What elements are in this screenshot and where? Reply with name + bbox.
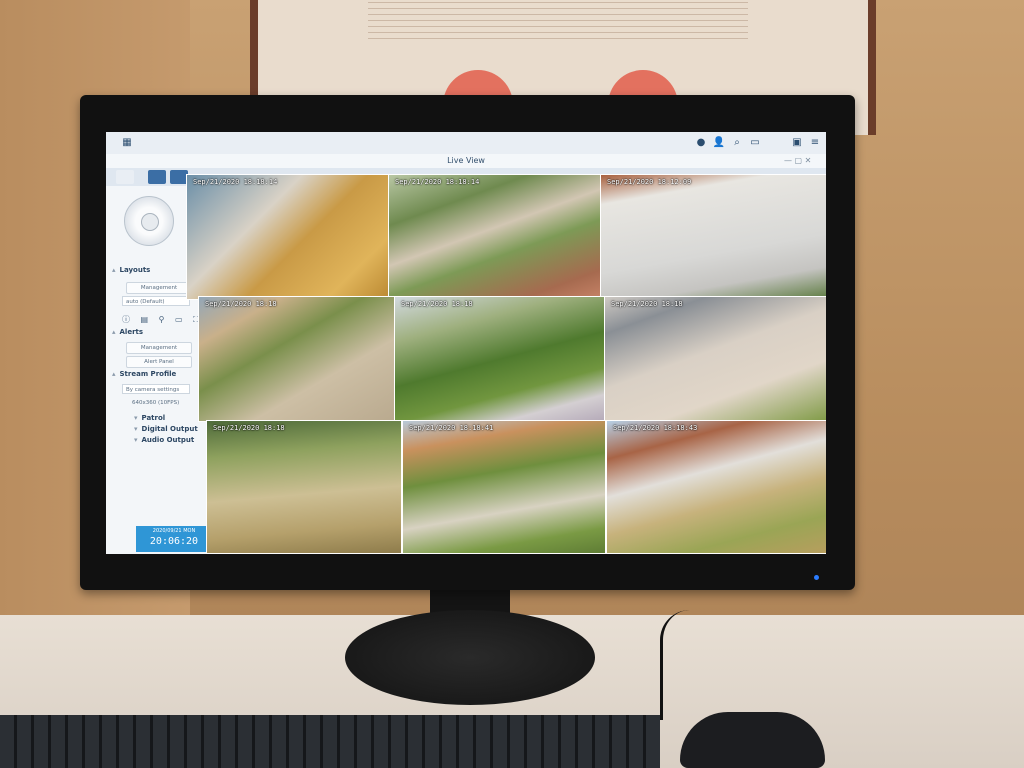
monitor-stand-base: [345, 610, 595, 705]
mouse-cable: [660, 610, 703, 720]
camera-timestamp: Sep/21/2020 18:18: [205, 300, 277, 308]
window-controls[interactable]: — ▢ ✕: [784, 154, 811, 168]
layout-select[interactable]: auto (Default): [122, 296, 190, 306]
section-patrol[interactable]: ▾ Patrol: [134, 414, 165, 422]
desktop-topbar: ▦ ● 👤 ⌕ ▭ ▣ ≡: [106, 132, 826, 155]
camera-tile[interactable]: Sep/21/2020 18:18:41: [402, 420, 606, 554]
clock-widget: 2020/09/21 MON 20:06:20: [136, 526, 212, 552]
camera-tile[interactable]: Sep/21/2020 18:18: [394, 296, 608, 422]
alerts-management-button[interactable]: Management: [126, 342, 192, 354]
camera-timestamp: Sep/21/2020 18:18:43: [613, 424, 698, 432]
camera-tile[interactable]: Sep/21/2020 18:18: [206, 420, 402, 554]
power-led: [814, 575, 819, 580]
camera-tile[interactable]: Sep/21/2020 18:18:14: [186, 174, 394, 300]
window-title: Live View: [106, 154, 826, 169]
camera-grid: Sep/21/2020 18:18:14 Sep/21/2020 18:18:1…: [186, 174, 826, 554]
tab-live-view-icon[interactable]: [148, 170, 166, 184]
camera-tile[interactable]: Sep/21/2020 18:18: [604, 296, 826, 422]
display-icon[interactable]: ▣: [790, 136, 804, 150]
camera-timestamp: Sep/21/2020 18:18: [401, 300, 473, 308]
section-layouts[interactable]: ▴ Layouts: [112, 266, 150, 274]
mouse: [680, 712, 825, 768]
camera-tile[interactable]: Sep/21/2020 18:18:14: [388, 174, 606, 300]
layouts-management-button[interactable]: Management: [126, 282, 192, 294]
tab-home-icon[interactable]: [116, 170, 134, 184]
main-menu-icon[interactable]: ▦: [120, 136, 134, 150]
section-stream-profile[interactable]: ▴ Stream Profile: [112, 370, 176, 378]
keyboard: [0, 715, 660, 768]
camera-timestamp: Sep/21/2020 18:18:14: [193, 178, 278, 186]
user-icon[interactable]: 👤: [712, 136, 726, 150]
section-audio-output[interactable]: ▾ Audio Output: [134, 436, 194, 444]
search-icon[interactable]: ⌕: [730, 136, 744, 150]
camera-timestamp: Sep/21/2020 18:18:14: [395, 178, 480, 186]
section-digital-output[interactable]: ▾ Digital Output: [134, 425, 198, 433]
expand-caret-icon: ▾: [134, 425, 138, 433]
ptz-center-button[interactable]: [141, 213, 159, 231]
clock-time: 20:06:20: [149, 536, 199, 547]
stream-profile-select[interactable]: By camera settings: [122, 384, 190, 394]
screen: ▦ ● 👤 ⌕ ▭ ▣ ≡ Live View — ▢ ✕ ▴ Layouts M…: [106, 132, 826, 554]
section-alerts[interactable]: ▴ Alerts: [112, 328, 143, 336]
notification-icon[interactable]: ●: [694, 136, 708, 150]
hamburger-menu-icon[interactable]: ≡: [808, 136, 822, 150]
clock-date: 2020/09/21 MON: [152, 528, 196, 534]
camera-tile[interactable]: Sep/21/2020 18:18: [198, 296, 398, 422]
camera-tile[interactable]: Sep/21/2020 18:18:43: [606, 420, 826, 554]
camera-timestamp: Sep/21/2020 18:12:09: [607, 178, 692, 186]
collapse-caret-icon: ▴: [112, 328, 116, 336]
poster-text-block: [368, 2, 748, 42]
alert-panel-button[interactable]: Alert Panel: [126, 356, 192, 368]
collapse-caret-icon: ▴: [112, 370, 116, 378]
camera-timestamp: Sep/21/2020 18:18: [213, 424, 285, 432]
stream-info: 640x360 (10FPS): [132, 400, 180, 406]
camera-timestamp: Sep/21/2020 18:18: [611, 300, 683, 308]
camera-timestamp: Sep/21/2020 18:18:41: [409, 424, 494, 432]
expand-caret-icon: ▾: [134, 436, 138, 444]
widgets-icon[interactable]: ▭: [748, 136, 762, 150]
ptz-control[interactable]: [124, 196, 174, 246]
layout-tools[interactable]: ⓘ ▤ ⚲ ▭ ⛶: [122, 314, 203, 325]
expand-caret-icon: ▾: [134, 414, 138, 422]
collapse-caret-icon: ▴: [112, 266, 116, 274]
camera-tile[interactable]: Sep/21/2020 18:12:09: [600, 174, 826, 300]
